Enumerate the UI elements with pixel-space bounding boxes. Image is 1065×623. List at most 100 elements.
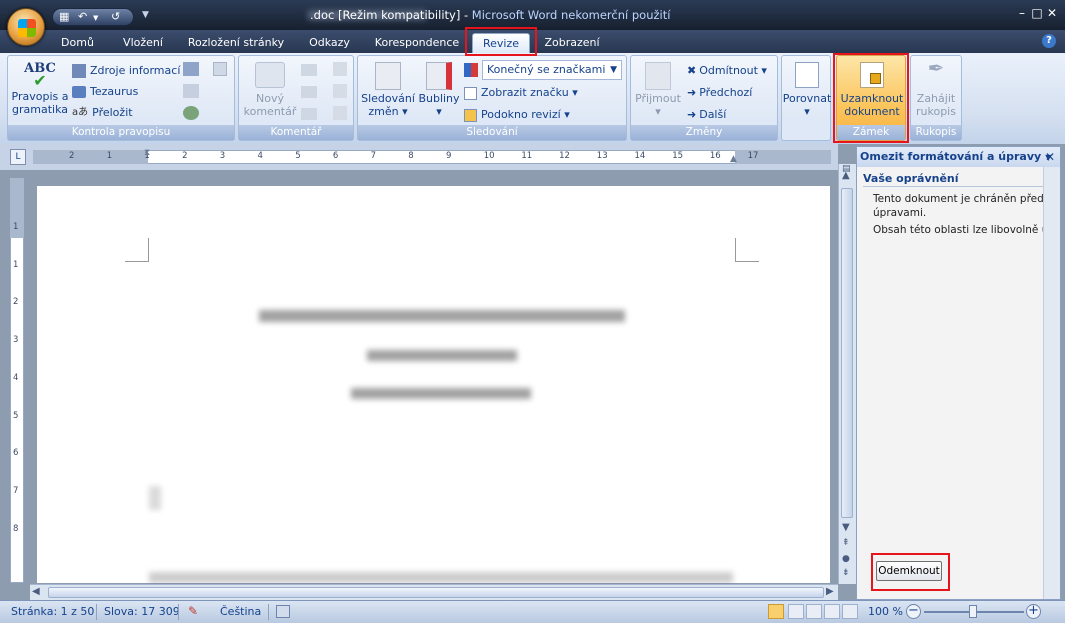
tab-zobrazeni[interactable]: Zobrazení: [539, 33, 605, 54]
tab-odkazy[interactable]: Odkazy: [302, 33, 357, 54]
research-icon: [72, 64, 86, 78]
status-page[interactable]: Stránka: 1 z 50: [11, 605, 94, 618]
group-zmeny: Přijmout ▾ ✖ Odmítnout ▾ ➜ Předchozí ➜ Dalš…: [630, 55, 778, 141]
ruler-number: 8: [408, 151, 414, 161]
ruler-number: 3: [219, 151, 226, 161]
thesaurus-button[interactable]: Tezaurus: [72, 83, 138, 101]
customize-qat-icon[interactable]: ▼: [142, 10, 149, 20]
status-language[interactable]: Čeština: [220, 605, 261, 618]
pane-text-1: Tento dokument je chráněn před neúm: [873, 193, 1060, 205]
minimize-button[interactable]: –: [1014, 6, 1030, 20]
word-count-icon[interactable]: [183, 106, 199, 120]
zoom-level[interactable]: 100 %: [868, 605, 903, 618]
ruler-number: 2: [69, 151, 75, 161]
next-comment-icon[interactable]: [301, 108, 317, 120]
delete-comment-icon[interactable]: [301, 64, 317, 76]
balloons-label: Bubliny: [418, 92, 460, 105]
right-indent-icon[interactable]: ▲: [730, 154, 737, 164]
draft-view-icon[interactable]: [842, 604, 858, 619]
vruler-number: 6: [13, 448, 19, 459]
reviewing-pane-icon: [464, 108, 477, 122]
browse-object-icon[interactable]: ●: [842, 554, 850, 564]
indent-marker-icon[interactable]: ⧗: [144, 148, 154, 166]
eraser-icon[interactable]: [333, 106, 347, 120]
language-icon[interactable]: [213, 62, 227, 76]
office-logo-icon: [18, 19, 36, 37]
reviewing-pane-button[interactable]: Podokno revizí ▾: [464, 106, 570, 124]
translate-button[interactable]: aあ Přeložit: [72, 104, 133, 122]
tab-vlozeni[interactable]: Vložení: [115, 33, 171, 54]
proofing-icon[interactable]: ✎: [188, 604, 198, 618]
undo-icon[interactable]: ↶: [78, 10, 87, 23]
close-button[interactable]: ✕: [1044, 6, 1060, 20]
pane-close-icon[interactable]: ✕: [1043, 147, 1057, 167]
reject-icon: ✖: [687, 64, 697, 77]
tab-rozlozeni-stranky[interactable]: Rozložení stránky: [186, 33, 286, 54]
spelling-grammar-button[interactable]: ABC ✔ Pravopis a gramatika: [10, 62, 70, 116]
horizontal-scroll-thumb[interactable]: [48, 587, 824, 598]
outline-view-icon[interactable]: [824, 604, 840, 619]
tab-selector-icon[interactable]: L: [10, 149, 26, 165]
highlight-unprotect-button: [871, 553, 950, 591]
set-language-icon[interactable]: [183, 84, 199, 98]
balloons-dropdown-icon: ▾: [436, 105, 442, 118]
ink-comment-icon[interactable]: [333, 62, 347, 76]
track-changes-button[interactable]: Sledování změn ▾: [360, 62, 416, 118]
ruler-number: 13: [596, 151, 608, 161]
help-icon[interactable]: ?: [1042, 34, 1056, 48]
group-label-sledovani: Sledování: [358, 125, 626, 140]
full-screen-reading-icon[interactable]: [788, 604, 804, 619]
blurred-heading-line-3: [351, 388, 531, 399]
start-inking-button[interactable]: ✒ Zahájit rukopis: [911, 58, 961, 118]
show-markup-button[interactable]: Zobrazit značku ▾: [464, 84, 578, 102]
maximize-button[interactable]: □: [1029, 6, 1045, 20]
scroll-up-icon[interactable]: ▲: [842, 170, 850, 181]
save-icon[interactable]: ▦: [59, 10, 69, 23]
compare-button[interactable]: Porovnat ▾: [782, 62, 832, 118]
zoom-out-icon[interactable]: −: [906, 604, 921, 619]
pane-title: Omezit formátování a úpravy ▼: [857, 147, 1060, 167]
undo-dropdown-icon[interactable]: ▼: [93, 14, 98, 22]
translation-tooltip-icon[interactable]: [183, 62, 199, 76]
research-button[interactable]: Zdroje informací: [72, 62, 180, 80]
scroll-left-icon[interactable]: ◀: [32, 586, 40, 597]
pane-text-2: Obsah této oblasti lze libovolně upravo: [873, 224, 1060, 236]
previous-change-button[interactable]: ➜ Předchozí: [687, 84, 752, 102]
tab-domu[interactable]: Domů: [55, 33, 100, 54]
new-comment-button[interactable]: Nový komentář: [243, 62, 297, 118]
horizontal-scrollbar[interactable]: ◀ ▶: [30, 584, 838, 600]
next-change-button[interactable]: ➜ Další: [687, 106, 726, 124]
print-layout-view-icon[interactable]: [768, 604, 784, 619]
balloons-button[interactable]: Bubliny ▾: [418, 62, 460, 118]
vertical-scroll-thumb[interactable]: [841, 188, 853, 518]
vertical-scrollbar[interactable]: ▤ ▲ ▼ ⇞ ● ⇟: [838, 164, 856, 584]
document-page[interactable]: [37, 186, 830, 583]
scroll-right-icon[interactable]: ▶: [826, 586, 834, 597]
status-words[interactable]: Slova: 17 309: [104, 605, 180, 618]
zoom-in-icon[interactable]: +: [1026, 604, 1041, 619]
office-button[interactable]: [7, 8, 45, 46]
pen-icon[interactable]: [333, 84, 347, 98]
pane-scrollbar[interactable]: [1043, 167, 1060, 599]
previous-page-icon[interactable]: ⇞: [842, 538, 850, 548]
ruler-number: 6: [332, 151, 339, 161]
group-label-kontrola: Kontrola pravopisu: [8, 125, 234, 140]
margin-corner-tr: [735, 238, 759, 262]
checkmark-icon: ✔: [33, 71, 47, 90]
next-page-icon[interactable]: ⇟: [842, 568, 850, 578]
reject-button[interactable]: ✖ Odmítnout ▾: [687, 62, 767, 80]
accept-button[interactable]: Přijmout ▾: [633, 62, 683, 118]
spelling-label-2: gramatika: [12, 103, 68, 116]
ribbon: ABC ✔ Pravopis a gramatika Zdroje inform…: [0, 53, 1065, 144]
zoom-slider-thumb[interactable]: [969, 605, 977, 618]
web-layout-icon[interactable]: [806, 604, 822, 619]
ruler-number: 12: [559, 151, 570, 161]
redo-icon[interactable]: ↺: [111, 10, 120, 23]
previous-comment-icon[interactable]: [301, 86, 317, 98]
scroll-down-icon[interactable]: ▼: [842, 522, 850, 533]
group-porovnat: Porovnat ▾: [781, 55, 831, 141]
macro-recording-icon[interactable]: [276, 605, 290, 618]
tab-korespondence[interactable]: Korespondence: [371, 33, 463, 54]
display-for-review-select[interactable]: Konečný se značkami ▼: [482, 60, 622, 80]
status-separator: [96, 604, 97, 620]
